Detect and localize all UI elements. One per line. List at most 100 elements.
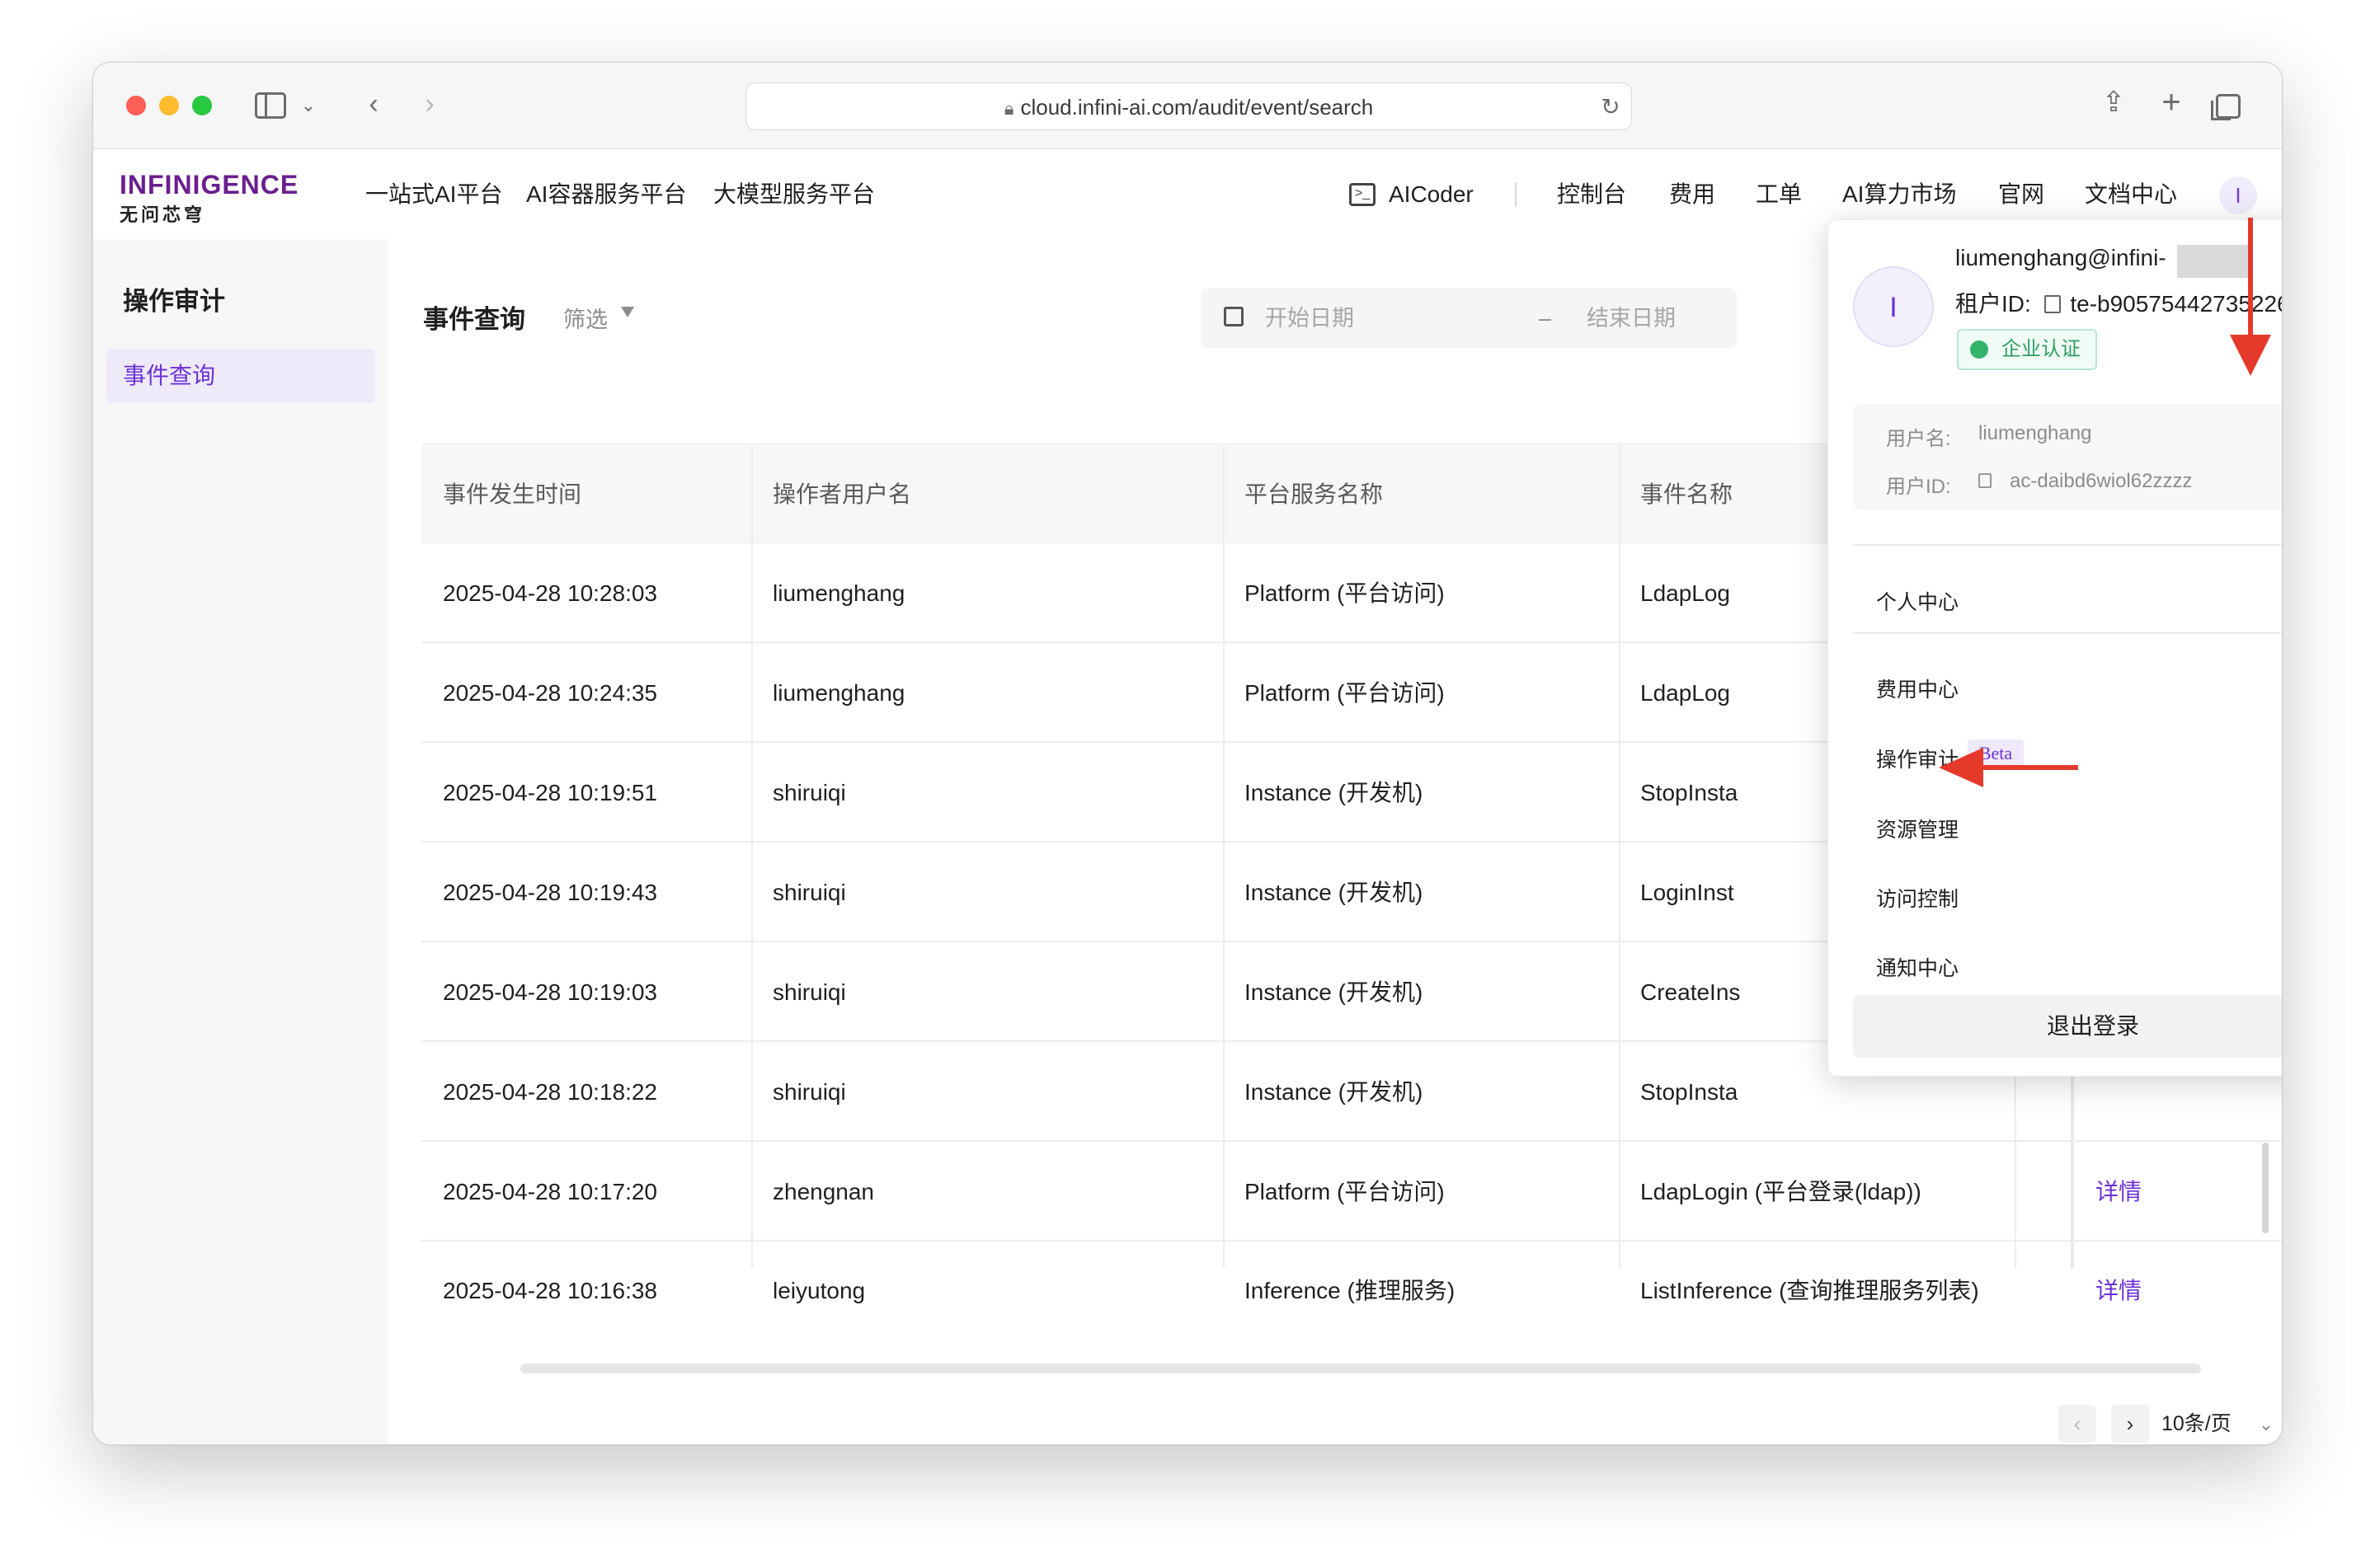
- nav-item-tickets[interactable]: 工单: [1756, 149, 1802, 239]
- logout-button[interactable]: 退出登录: [1853, 995, 2282, 1058]
- nav-item-container-platform[interactable]: AI容器服务平台: [526, 149, 686, 239]
- logo-subtitle: 无问芯穹: [120, 204, 206, 225]
- date-range-picker[interactable]: 开始日期 – 结束日期: [1201, 289, 1737, 348]
- chevron-down-icon: ⌄: [2258, 1414, 2274, 1434]
- start-date-input[interactable]: 开始日期: [1265, 289, 1354, 348]
- nav-item-billing[interactable]: 费用: [1669, 149, 1715, 239]
- account-info-box: 用户名: liumenghang 用户ID: ac-daibd6wiol62zz…: [1853, 404, 2282, 509]
- nav-item-console[interactable]: 控制台: [1557, 149, 1626, 239]
- cell-service: Platform (平台访问): [1244, 580, 1445, 606]
- panel-divider: [1853, 632, 2282, 634]
- cell-service: Instance (开发机): [1244, 1079, 1423, 1105]
- url-text: 🔒︎ cloud.infini-ai.com/audit/event/search: [746, 83, 1631, 131]
- detail-link[interactable]: 详情: [2095, 1142, 2142, 1242]
- vertical-scrollbar[interactable]: [2262, 1143, 2269, 1233]
- check-circle-icon: [1970, 340, 1988, 359]
- nav-item-llm-platform[interactable]: 大模型服务平台: [713, 149, 875, 239]
- cell-user: leiyutong: [773, 1278, 866, 1303]
- cell-service: Instance (开发机): [1244, 979, 1423, 1005]
- copy-icon[interactable]: [2043, 295, 2061, 313]
- cell-service: Platform (平台访问): [1244, 1179, 1445, 1204]
- user-email: liumenghang@infini-: [1955, 245, 2166, 270]
- badge-label: 企业认证: [2001, 338, 2081, 360]
- tab-overview-icon[interactable]: [2211, 94, 2241, 120]
- cell-time: 2025-04-28 10:19:51: [443, 780, 657, 805]
- cell-time: 2025-04-28 10:24:35: [443, 680, 657, 706]
- sidebar-item-event-search[interactable]: 事件查询: [106, 349, 375, 403]
- new-tab-icon[interactable]: +: [2155, 86, 2188, 119]
- sidebar: 操作审计 事件查询: [93, 239, 388, 1444]
- cell-service: Instance (开发机): [1244, 880, 1423, 905]
- cell-time: 2025-04-28 10:28:03: [443, 580, 657, 606]
- horizontal-scrollbar[interactable]: [520, 1364, 2201, 1373]
- enterprise-verified-badge: 企业认证: [1957, 329, 2097, 370]
- browser-toolbar: ⌄ ‹ › 🔒︎ cloud.infini-ai.com/audit/event/…: [93, 63, 2282, 149]
- redacted-block: [2177, 245, 2251, 278]
- sidebar-item-label: 事件查询: [123, 363, 216, 388]
- back-icon[interactable]: ‹: [357, 87, 390, 120]
- calendar-icon: [1224, 307, 1244, 326]
- cell-event: ListInference (查询推理服务列表): [1640, 1278, 1979, 1303]
- nav-divider: [1515, 182, 1517, 207]
- forward-icon[interactable]: ›: [413, 87, 446, 120]
- cell-time: 2025-04-28 10:16:38: [443, 1278, 657, 1303]
- sidebar-toggle-icon[interactable]: [255, 92, 286, 119]
- zoom-window-button[interactable]: [192, 96, 212, 115]
- chevron-down-icon[interactable]: ⌄: [298, 89, 319, 122]
- panel-avatar: I: [1853, 266, 1934, 347]
- cell-time: 2025-04-28 10:19:43: [443, 880, 657, 905]
- detail-link[interactable]: 详情: [2095, 1241, 2142, 1340]
- user-avatar[interactable]: I: [2219, 176, 2257, 214]
- column-header-event: 事件名称: [1640, 481, 1733, 507]
- menu-item-personal-center[interactable]: 个人中心: [1876, 586, 1959, 616]
- url-label: cloud.infini-ai.com/audit/event/search: [1020, 95, 1374, 120]
- cell-user: liumenghang: [773, 680, 905, 706]
- column-header-service: 平台服务名称: [1244, 481, 1384, 507]
- tenant-id-row: 租户ID: te-b905754427352261: [1955, 286, 2282, 319]
- nav-item-ai-platform[interactable]: 一站式AI平台: [365, 149, 502, 239]
- cell-event: LdapLogin (平台登录(ldap)): [1640, 1179, 1921, 1204]
- address-bar[interactable]: 🔒︎ cloud.infini-ai.com/audit/event/search…: [745, 82, 1632, 130]
- browser-window: ⌄ ‹ › 🔒︎ cloud.infini-ai.com/audit/event/…: [92, 62, 2283, 1445]
- close-window-button[interactable]: [126, 96, 146, 115]
- cell-time: 2025-04-28 10:18:22: [443, 1079, 657, 1105]
- minimize-window-button[interactable]: [159, 96, 179, 115]
- cell-user: shiruiqi: [773, 1079, 846, 1105]
- menu-item-resources[interactable]: 资源管理: [1876, 814, 1959, 843]
- column-header-time: 事件发生时间: [443, 481, 582, 507]
- date-separator: –: [1539, 306, 1552, 331]
- table-row: 2025-04-28 10:17:20 zhengnan Platform (平…: [421, 1142, 2282, 1242]
- page-size-value: 10条/页: [2161, 1412, 2232, 1435]
- cell-time: 2025-04-28 10:17:20: [443, 1179, 657, 1204]
- copy-icon[interactable]: [1978, 473, 1992, 488]
- username-value: liumenghang: [1978, 422, 2092, 444]
- beta-badge: Beta: [1968, 739, 2024, 768]
- next-page-button[interactable]: ›: [2111, 1405, 2149, 1443]
- reload-icon[interactable]: ↻: [1596, 91, 1625, 124]
- cell-user: shiruiqi: [773, 780, 846, 805]
- table-row: 2025-04-28 10:16:38 leiyutong Inference …: [421, 1241, 2282, 1340]
- userid-value: ac-daibd6wiol62zzzz: [2010, 470, 2193, 492]
- cell-service: Platform (平台访问): [1244, 680, 1445, 706]
- share-icon[interactable]: ⇪: [2097, 86, 2130, 119]
- cell-user: liumenghang: [773, 580, 905, 606]
- nav-item-aicoder[interactable]: AICoder: [1389, 149, 1474, 239]
- menu-item-access-control[interactable]: 访问控制: [1876, 883, 1959, 913]
- menu-item-audit[interactable]: 操作审计: [1876, 744, 1959, 773]
- menu-item-billing-center[interactable]: 费用中心: [1876, 674, 1959, 703]
- lock-icon: 🔒︎: [1004, 98, 1014, 119]
- filter-button[interactable]: 筛选: [563, 302, 608, 334]
- filter-icon[interactable]: [621, 307, 634, 317]
- end-date-input[interactable]: 结束日期: [1587, 289, 1676, 348]
- logo[interactable]: INFINIGENCE: [120, 170, 299, 200]
- prev-page-button[interactable]: ‹: [2058, 1405, 2096, 1443]
- cell-user: shiruiqi: [773, 880, 846, 905]
- userid-label: 用户ID:: [1886, 476, 1951, 498]
- cell-time: 2025-04-28 10:19:03: [443, 979, 657, 1005]
- user-dropdown-panel: I liumenghang@infini- 租户ID: te-b90575442…: [1827, 219, 2282, 1077]
- cell-user: shiruiqi: [773, 979, 846, 1005]
- page-title: 事件查询: [423, 305, 525, 334]
- page-size-select[interactable]: 10条/页 ⌄: [2161, 1400, 2282, 1444]
- terminal-icon: >_: [1349, 183, 1376, 206]
- menu-item-notifications[interactable]: 通知中心: [1876, 952, 1959, 982]
